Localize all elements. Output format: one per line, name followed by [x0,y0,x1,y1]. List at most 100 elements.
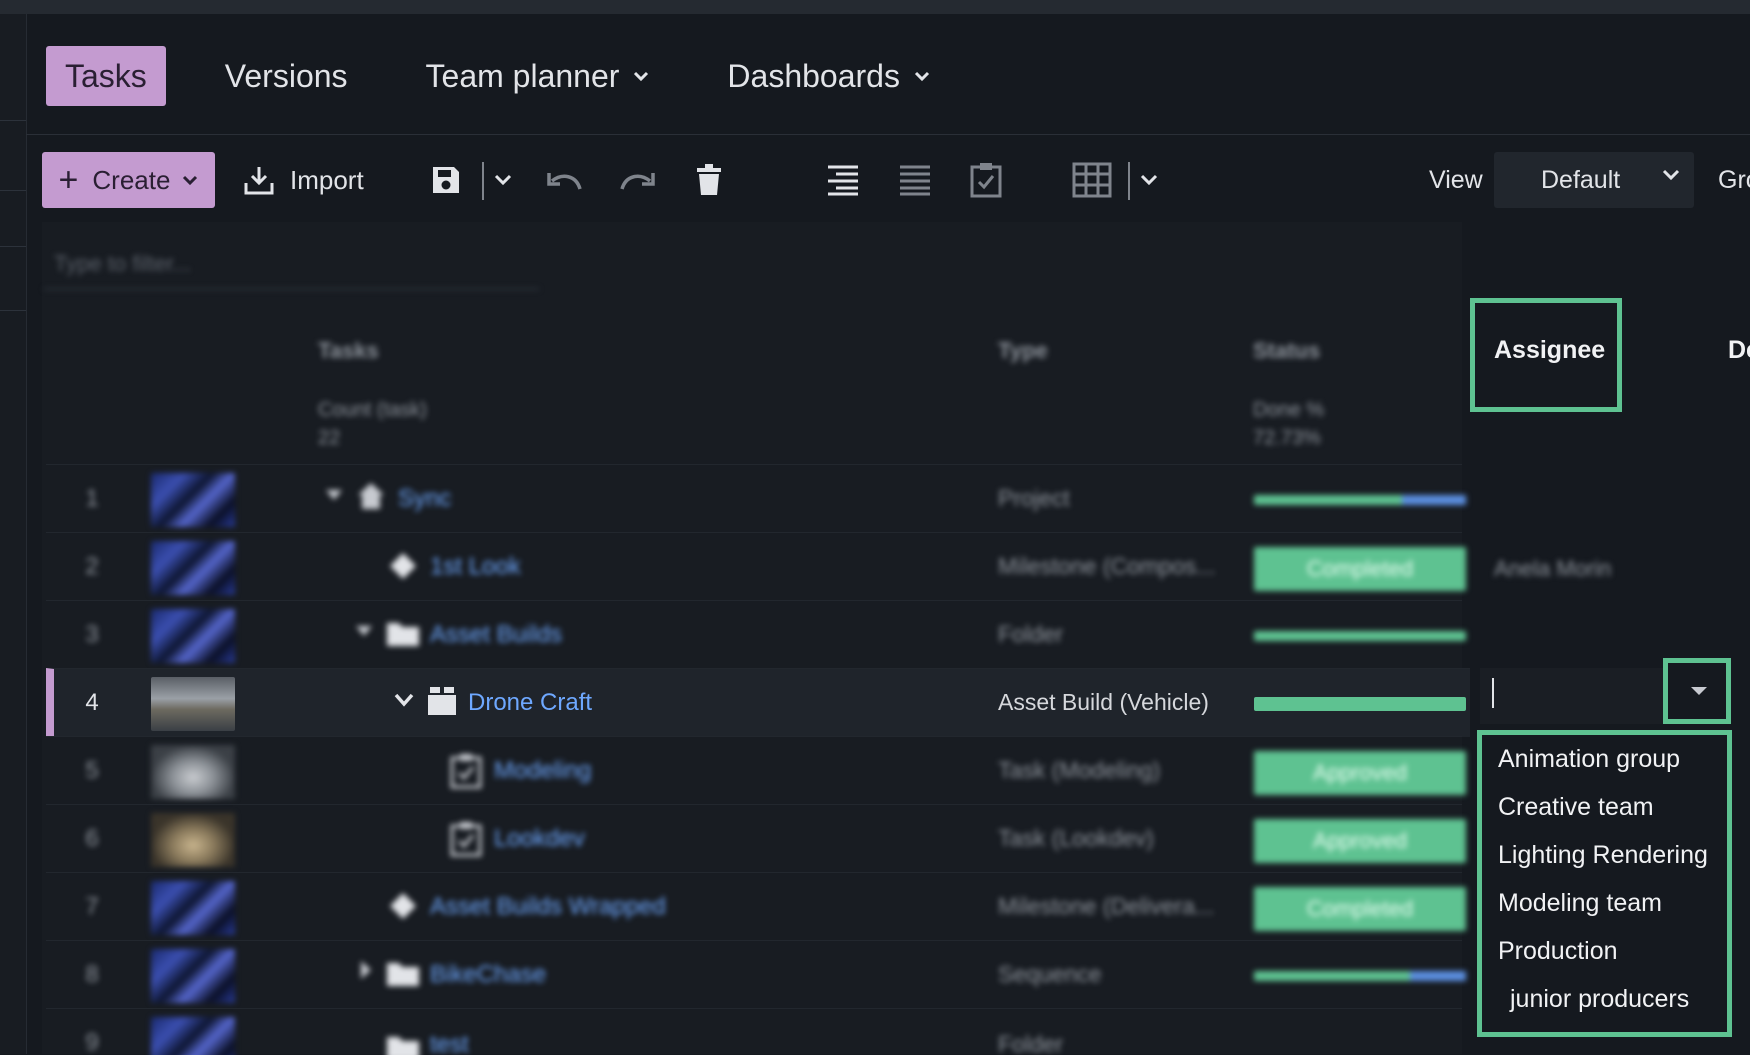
home-icon [358,483,384,509]
dropdown-option[interactable]: Creative team [1498,793,1654,822]
row-progress-bar [1254,631,1466,641]
columns-options-button[interactable] [1140,152,1158,208]
table-row[interactable]: 1 Sync Project [46,464,1466,533]
table-row[interactable]: 8 BikeChase Sequence [46,940,1466,1009]
tab-versions[interactable]: Versions [206,46,367,106]
tab-versions-label: Versions [224,58,348,94]
chevron-down-icon [494,174,512,186]
table-row-selected[interactable]: 4 Drone Craft Asset Build (Vehicle) [46,668,1470,737]
dropdown-option[interactable]: junior producers [1510,985,1689,1014]
row-type: Milestone (Delivera... [998,893,1215,919]
row-thumbnail [151,949,235,1003]
row-type: Task (Modeling) [998,757,1161,783]
status-badge[interactable]: Approved [1254,819,1466,863]
undo-button[interactable] [546,152,584,208]
row-number: 7 [85,893,99,920]
row-assignee[interactable]: Anela Morin [1494,556,1611,582]
row-thumbnail [151,881,235,935]
chevron-down-icon [183,175,198,186]
aggregate-done-value: 72.73% [1253,427,1321,449]
save-button[interactable] [430,152,462,208]
row-number: 5 [85,757,99,784]
indent-button[interactable] [826,152,860,208]
aggregate-count: Count (task) 22 [318,396,427,452]
assignee-input[interactable] [1480,668,1663,724]
row-progress-bar [1254,697,1466,711]
chevron-down-icon[interactable] [354,623,374,639]
row-thumbnail [151,1017,235,1055]
box-icon [428,687,456,715]
folder-icon [387,963,419,986]
save-options-button[interactable] [494,152,512,208]
row-name[interactable]: 1st Look [430,553,521,581]
row-name[interactable]: Asset Builds [430,621,562,649]
row-thumbnail [151,677,235,731]
header-assignee[interactable]: Assignee [1494,336,1605,365]
row-name[interactable]: Modeling [494,757,591,785]
header-tasks[interactable]: Tasks [318,338,379,364]
row-type: Folder [998,1031,1064,1055]
row-name[interactable]: Asset Builds Wrapped [430,893,666,921]
filter-input[interactable]: Type to filter... [44,244,539,290]
row-thumbnail [151,813,235,867]
dropdown-option[interactable]: Animation group [1498,745,1680,774]
top-strip [0,0,1750,14]
dropdown-option[interactable]: Production [1498,937,1618,966]
status-badge[interactable]: Completed [1254,547,1466,591]
view-label: View [1429,166,1483,194]
table-row[interactable]: 9 test Folder [46,1008,1462,1055]
diamond-icon [390,893,416,919]
header-type[interactable]: Type [998,338,1048,364]
redo-button[interactable] [618,152,656,208]
trash-icon [697,164,721,195]
status-badge[interactable]: Completed [1254,887,1466,931]
list-view-button[interactable] [898,152,932,208]
row-name[interactable]: test [430,1031,469,1055]
table-row[interactable]: 3 Asset Builds Folder [46,600,1466,669]
download-icon [244,167,274,195]
row-number: 6 [85,825,99,852]
chevron-right-icon[interactable] [358,959,374,981]
undo-icon [547,173,582,190]
folder-icon [387,623,419,646]
folder-icon [387,1037,419,1055]
left-rail [0,14,27,1054]
align-right-icon [828,165,858,196]
assignee-dropdown-toggle[interactable] [1663,658,1731,724]
row-name[interactable]: Sync [398,485,451,513]
row-name[interactable]: Lookdev [494,825,585,853]
row-thumbnail [151,745,235,799]
table-row[interactable]: 7 Asset Builds Wrapped Milestone (Delive… [46,872,1466,941]
table-row[interactable]: 5 Modeling Task (Modeling) Approved [46,736,1466,805]
view-select[interactable]: Default [1494,152,1694,208]
row-type: Milestone (Compos... [998,553,1216,579]
row-type: Project [998,485,1070,511]
table-row[interactable]: 6 Lookdev Task (Lookdev) Approved [46,804,1466,873]
dropdown-option[interactable]: Modeling team [1498,889,1662,918]
import-button[interactable]: Import [242,152,364,208]
row-number: 9 [85,1029,99,1055]
chevron-down-icon [914,71,930,82]
chevron-down-icon [1662,169,1680,181]
create-button[interactable]: + Create [42,152,215,208]
chevron-down-icon[interactable] [324,487,344,503]
dropdown-option[interactable]: Lighting Rendering [1498,841,1708,870]
row-number: 1 [85,485,99,512]
row-name[interactable]: Drone Craft [468,689,592,717]
chevron-down-icon[interactable] [394,693,414,707]
header-next-column[interactable]: De [1728,336,1750,365]
tab-dashboards[interactable]: Dashboards [708,46,949,106]
tab-tasks-label: Tasks [65,58,147,94]
columns-button[interactable] [1072,152,1112,208]
aggregate-done-label: Done % [1253,399,1325,421]
task-check-button[interactable] [970,152,1002,208]
table-row[interactable]: 2 1st Look Milestone (Compos... Complete… [46,532,1466,601]
tab-team-planner[interactable]: Team planner [407,46,669,106]
chevron-down-icon [1140,174,1158,186]
status-badge[interactable]: Approved [1254,751,1466,795]
tab-tasks[interactable]: Tasks [46,46,166,106]
header-status[interactable]: Status [1253,338,1320,364]
delete-button[interactable] [696,152,722,208]
tabs-divider [26,134,1750,135]
row-name[interactable]: BikeChase [430,961,546,989]
